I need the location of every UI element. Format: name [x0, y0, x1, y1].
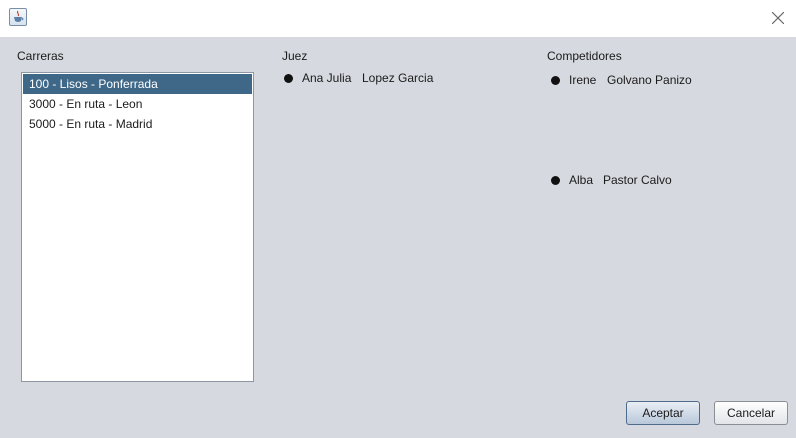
list-item-label: 3000 - En ruta - Leon: [29, 97, 143, 111]
list-item-label: 100 - Lisos - Ponferrada: [29, 77, 158, 91]
competidor-radio[interactable]: Alba Pastor Calvo: [551, 173, 751, 189]
close-button[interactable]: [766, 6, 790, 30]
list-item[interactable]: 100 - Lisos - Ponferrada: [23, 74, 252, 94]
list-item[interactable]: 3000 - En ruta - Leon: [23, 94, 252, 114]
juez-label: Juez: [282, 49, 308, 63]
close-icon: [772, 12, 784, 24]
carreras-label: Carreras: [17, 49, 64, 63]
juez-first-name: Ana Julia: [302, 71, 352, 85]
list-item[interactable]: 5000 - En ruta - Madrid: [23, 114, 252, 134]
juez-last-name: Lopez Garcia: [362, 71, 434, 85]
radio-dot-icon[interactable]: [551, 176, 560, 185]
java-coffee-icon: [9, 8, 27, 26]
competidor-last-name: Golvano Panizo: [607, 73, 692, 87]
title-bar: [0, 0, 796, 37]
radio-dot-icon[interactable]: [284, 74, 293, 83]
competidor-first-name: Irene: [569, 73, 597, 87]
competidor-radio[interactable]: Irene Golvano Panizo: [551, 73, 751, 89]
dialog-content: Carreras 100 - Lisos - Ponferrada 3000 -…: [0, 37, 796, 438]
competidores-label: Competidores: [547, 49, 622, 63]
carreras-list[interactable]: 100 - Lisos - Ponferrada 3000 - En ruta …: [21, 72, 254, 382]
accept-button[interactable]: Aceptar: [626, 401, 700, 425]
competidor-first-name: Alba: [569, 173, 594, 187]
cancel-button[interactable]: Cancelar: [714, 401, 788, 425]
list-item-label: 5000 - En ruta - Madrid: [29, 117, 153, 131]
radio-dot-icon[interactable]: [551, 76, 560, 85]
competidor-last-name: Pastor Calvo: [603, 173, 672, 187]
juez-radio[interactable]: Ana Julia Lopez Garcia: [284, 71, 484, 87]
